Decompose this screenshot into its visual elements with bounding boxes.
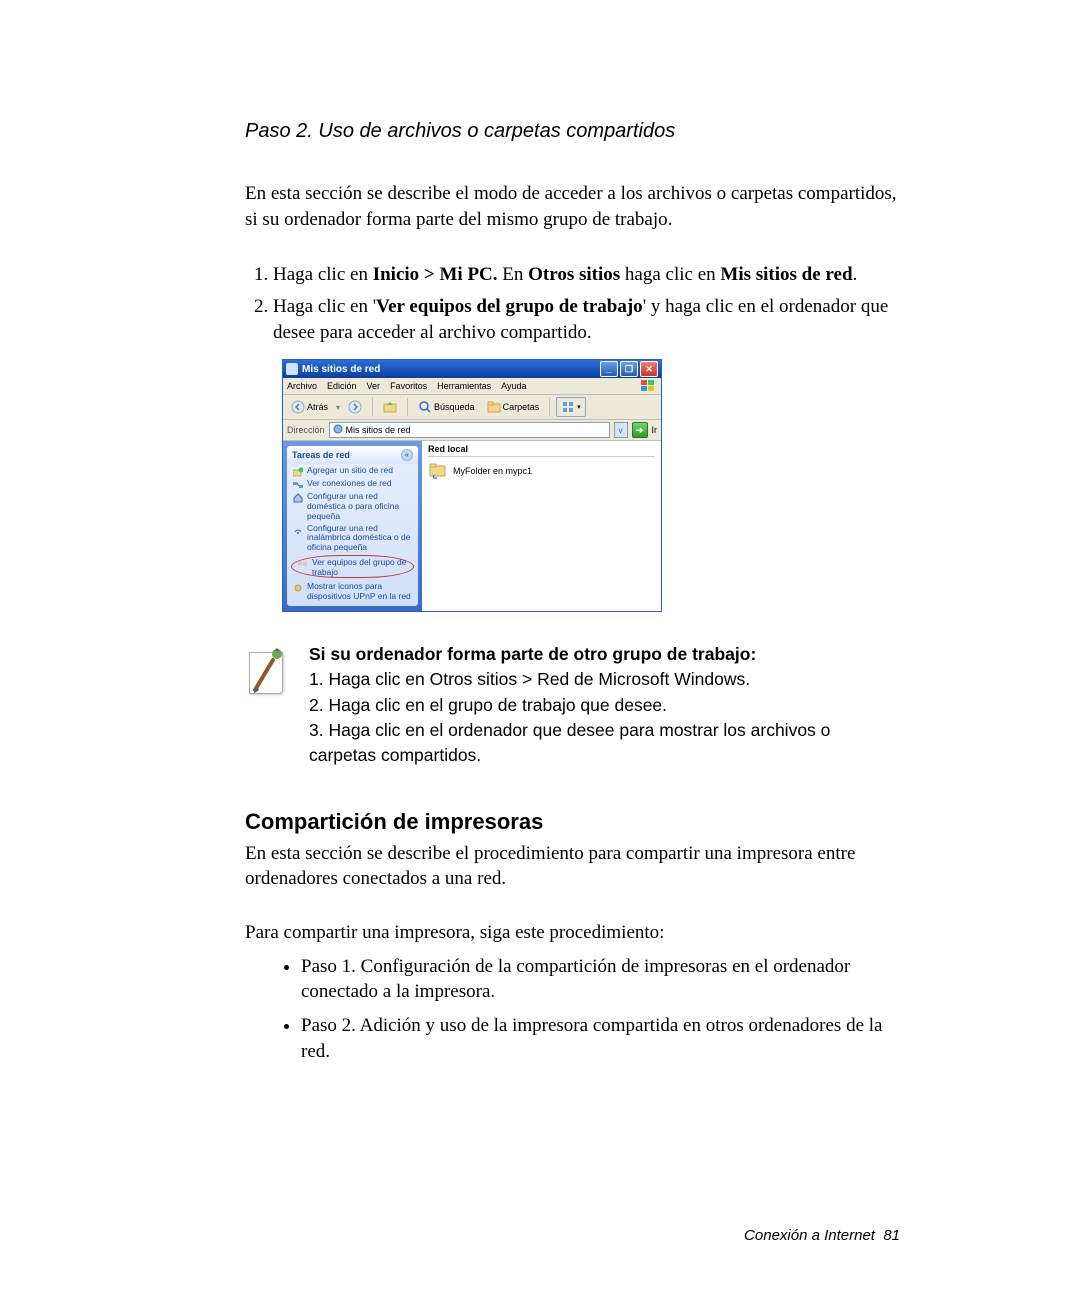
views-icon [561, 400, 575, 414]
address-dropdown-button[interactable]: v [614, 422, 628, 438]
task-setup-home[interactable]: Configurar una red doméstica o para ofic… [287, 490, 418, 521]
task-view-workgroup[interactable]: Ver equipos del grupo de trabajo [291, 555, 414, 579]
go-label: Ir [652, 425, 658, 435]
wireless-icon [293, 525, 303, 535]
window-title: Mis sitios de red [302, 364, 598, 375]
side-panel: Tareas de red « Agregar un sitio de red … [283, 441, 422, 611]
workgroup-icon [298, 559, 308, 569]
shared-folder-icon [428, 461, 448, 481]
network-places-icon [333, 424, 343, 436]
forward-button[interactable] [344, 398, 366, 416]
task-add-place[interactable]: Agregar un sitio de red [287, 464, 418, 477]
forward-icon [348, 400, 362, 414]
note-icon [245, 646, 289, 698]
views-button[interactable]: ▾ [556, 397, 586, 417]
screenshot-window: Mis sitios de red _ ❐ ✕ Archivo Edición … [282, 359, 662, 612]
note-heading: Si su ordenador forma parte de otro grup… [309, 642, 900, 667]
minimize-button[interactable]: _ [600, 361, 618, 377]
back-icon [291, 400, 305, 414]
collapse-icon[interactable]: « [401, 449, 413, 461]
list-item[interactable]: MyFolder en mypc1 [428, 461, 655, 481]
printer-intro: En esta sección se describe el procedimi… [245, 841, 900, 892]
menu-archivo[interactable]: Archivo [287, 381, 317, 391]
menu-edicion[interactable]: Edición [327, 381, 357, 391]
folders-button[interactable]: Carpetas [483, 398, 544, 416]
page-footer: Conexión a Internet 81 [744, 1227, 900, 1244]
folders-icon [487, 400, 501, 414]
note-line-1: 1. Haga clic en Otros sitios > Red de Mi… [309, 667, 900, 692]
search-button[interactable]: Búsqueda [414, 398, 479, 416]
section-printer-sharing: Compartición de impresoras [245, 809, 900, 835]
instruction-2: Haga clic en 'Ver equipos del grupo de t… [273, 294, 900, 345]
printer-step-1: Paso 1. Configuración de la compartición… [301, 954, 900, 1005]
windows-flag-icon [639, 379, 657, 393]
upnp-icon [293, 583, 303, 593]
menu-herramientas[interactable]: Herramientas [437, 381, 491, 391]
address-bar: Dirección Mis sitios de red v ➜ Ir [283, 420, 661, 441]
note-line-3: 3. Haga clic en el ordenador que desee p… [309, 718, 900, 769]
menu-ver[interactable]: Ver [367, 381, 381, 391]
dropdown-icon: ▾ [336, 403, 340, 412]
content-area: Red local MyFolder en mypc1 [422, 441, 661, 611]
intro-paragraph: En esta sección se describe el modo de a… [245, 181, 900, 232]
maximize-button[interactable]: ❐ [620, 361, 638, 377]
task-setup-wireless[interactable]: Configurar una red inalámbrica doméstica… [287, 522, 418, 553]
network-setup-icon [293, 493, 303, 503]
up-button[interactable] [379, 398, 401, 416]
folder-up-icon [383, 400, 397, 414]
go-button[interactable]: ➜ [632, 422, 648, 438]
note-block: Si su ordenador forma parte de otro grup… [245, 642, 900, 769]
column-header[interactable]: Red local [428, 444, 655, 457]
address-field[interactable]: Mis sitios de red [329, 422, 610, 438]
note-line-2: 2. Haga clic en el grupo de trabajo que … [309, 693, 900, 718]
instructions-list: Haga clic en Inicio > Mi PC. En Otros si… [245, 262, 900, 345]
menubar: Archivo Edición Ver Favoritos Herramient… [283, 378, 661, 395]
printer-steps-list: Paso 1. Configuración de la compartición… [245, 954, 900, 1065]
back-button[interactable]: Atrás [287, 398, 332, 416]
window-icon [286, 363, 298, 375]
toolbar: Atrás ▾ Búsqueda Carpetas ▾ [283, 395, 661, 420]
search-icon [418, 400, 432, 414]
panel-header[interactable]: Tareas de red « [287, 446, 418, 464]
add-place-icon [293, 467, 303, 477]
task-upnp[interactable]: Mostrar iconos para dispositivos UPnP en… [287, 580, 418, 602]
menu-ayuda[interactable]: Ayuda [501, 381, 526, 391]
titlebar: Mis sitios de red _ ❐ ✕ [283, 360, 661, 378]
step-title: Paso 2. Uso de archivos o carpetas compa… [245, 120, 900, 143]
address-label: Dirección [287, 425, 325, 435]
menu-favoritos[interactable]: Favoritos [390, 381, 427, 391]
task-view-connections[interactable]: Ver conexiones de red [287, 477, 418, 490]
close-button[interactable]: ✕ [640, 361, 658, 377]
printer-procedure-lead: Para compartir una impresora, siga este … [245, 920, 900, 946]
instruction-1: Haga clic en Inicio > Mi PC. En Otros si… [273, 262, 900, 288]
printer-step-2: Paso 2. Adición y uso de la impresora co… [301, 1013, 900, 1064]
connections-icon [293, 480, 303, 490]
